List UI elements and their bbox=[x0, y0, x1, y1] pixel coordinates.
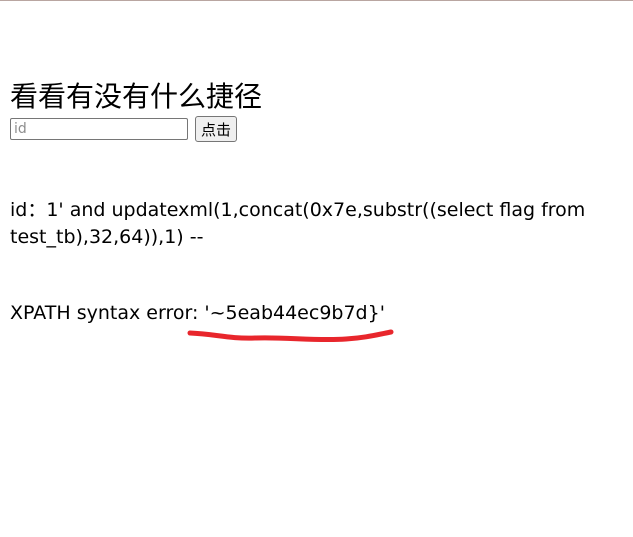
query-text: id：1' and updatexml(1,concat(0x7e,substr… bbox=[10, 199, 586, 248]
page-title: 看看有没有什么捷径 bbox=[10, 80, 263, 113]
top-divider bbox=[0, 0, 633, 1]
id-input[interactable] bbox=[10, 118, 188, 140]
submit-button[interactable]: 点击 bbox=[195, 116, 238, 142]
search-form: 点击 bbox=[10, 116, 238, 142]
red-underline-annotation bbox=[187, 329, 394, 343]
page: 看看有没有什么捷径 点击 id：1' and updatexml(1,conca… bbox=[0, 0, 633, 537]
